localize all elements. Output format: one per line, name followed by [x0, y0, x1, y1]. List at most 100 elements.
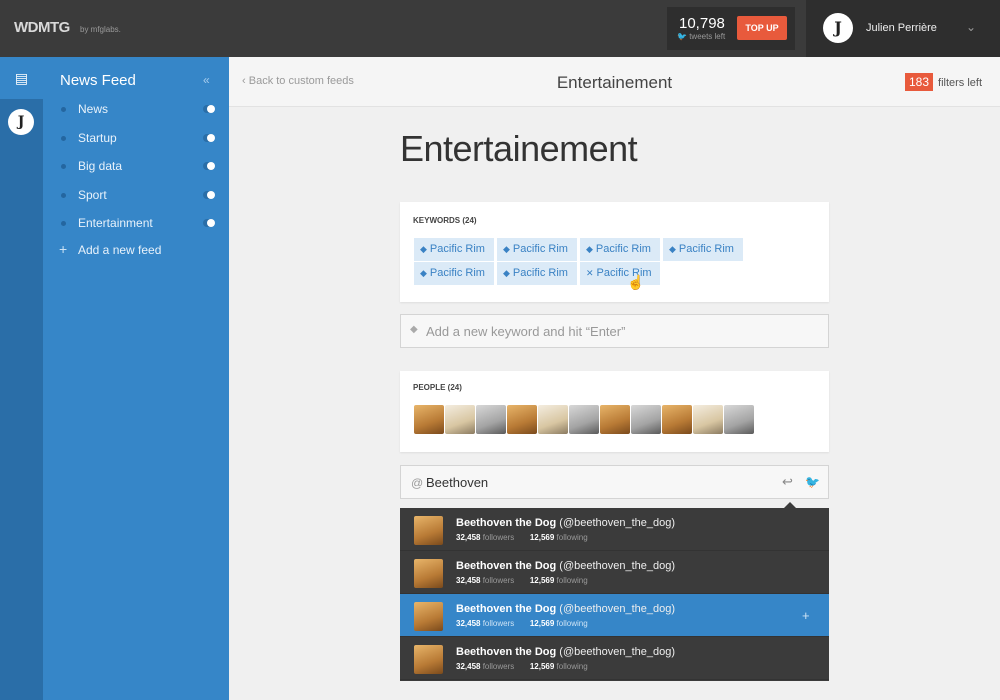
- topup-button[interactable]: TOP UP: [737, 16, 787, 40]
- at-icon: @: [411, 476, 424, 490]
- keyword-text: Pacific Rim: [678, 243, 734, 255]
- add-feed-label: Add a new feed: [78, 242, 162, 257]
- sidebar-item-entertainment[interactable]: Entertainment: [43, 211, 229, 240]
- result-row[interactable]: Beethoven the Dog (@beethoven_the_dog) 3…: [400, 551, 829, 594]
- people-panel: PEOPLE (24): [400, 371, 829, 452]
- result-name: Beethoven the Dog (@beethoven_the_dog): [456, 560, 676, 572]
- tweets-left-label: tweets left: [689, 32, 726, 41]
- filters-left: 183 filters left: [905, 73, 982, 91]
- sidebar-item-sport[interactable]: Sport: [43, 183, 229, 212]
- collapse-icon[interactable]: «: [203, 73, 210, 87]
- keyword-text: Pacific Rim: [512, 267, 568, 279]
- person-avatar[interactable]: [693, 405, 723, 434]
- person-avatar[interactable]: [662, 405, 692, 434]
- result-avatar: [414, 516, 443, 545]
- keyword-tag[interactable]: ✕ Pacific Rim: [580, 262, 660, 285]
- result-stats: 32,458 followers 12,569 following: [456, 533, 588, 542]
- add-person-icon[interactable]: +: [802, 608, 810, 623]
- filters-label: filters left: [938, 77, 983, 89]
- logo-byline: by mfglabs.: [80, 25, 121, 34]
- main-header: ‹ Back to custom feeds Entertainement 18…: [229, 57, 1000, 107]
- person-avatar[interactable]: [538, 405, 568, 434]
- tag-icon: ◆: [410, 324, 418, 335]
- person-avatar[interactable]: [569, 405, 599, 434]
- keyword-tag[interactable]: ◆ Pacific Rim: [663, 238, 743, 261]
- top-bar: WDMTG by mfglabs. 10,798 🐦 tweets left T…: [0, 0, 1000, 57]
- tweets-sub: 🐦 tweets left: [677, 32, 725, 41]
- feed-toggle[interactable]: [203, 190, 215, 199]
- bullet-icon: [61, 135, 66, 141]
- person-avatar[interactable]: [445, 405, 475, 434]
- plus-icon: +: [59, 240, 68, 257]
- news-feed-icon[interactable]: ▤: [0, 57, 43, 99]
- person-avatar[interactable]: [724, 405, 754, 434]
- left-rail: ▤ J: [0, 57, 43, 700]
- filters-count: 183: [905, 73, 934, 91]
- sidebar-item-label: News: [78, 102, 109, 116]
- tag-icon: ◆: [420, 268, 427, 278]
- keyword-tag[interactable]: ◆ Pacific Rim: [497, 262, 577, 285]
- tag-icon: ◆: [669, 244, 676, 254]
- user-name: Julien Perrière: [866, 22, 937, 34]
- result-row[interactable]: Beethoven the Dog (@beethoven_the_dog) 3…: [400, 508, 829, 551]
- feed-toggle[interactable]: [203, 105, 215, 113]
- tag-icon: ◆: [503, 268, 510, 278]
- tag-icon: ◆: [503, 244, 510, 254]
- sidebar-item-label: Startup: [78, 130, 117, 145]
- keywords-panel: KEYWORDS (24) ◆ Pacific Rim ◆ Pacific Rim …: [400, 202, 829, 302]
- people-label: PEOPLE (24): [413, 383, 462, 392]
- sidebar-item-big-data[interactable]: Big data: [43, 154, 229, 183]
- result-stats: 32,458 followers 12,569 following: [456, 576, 588, 585]
- sidebar-item-label: Big data: [78, 159, 123, 173]
- twitter-bird-icon: 🐦: [677, 32, 690, 41]
- keyword-text: Pacific Rim: [595, 243, 651, 255]
- result-name: Beethoven the Dog (@beethoven_the_dog): [456, 646, 676, 658]
- twitter-bird-icon[interactable]: 🐦: [805, 475, 820, 489]
- back-link[interactable]: ‹ Back to custom feeds: [242, 75, 354, 87]
- result-name: Beethoven the Dog (@beethoven_the_dog): [456, 517, 676, 529]
- sidebar-item-startup[interactable]: Startup: [43, 126, 229, 155]
- chevron-down-icon[interactable]: ⌄: [966, 20, 976, 34]
- keyword-tag[interactable]: ◆ Pacific Rim: [580, 238, 660, 261]
- sidebar-item-label: Sport: [78, 187, 107, 202]
- user-avatar: J: [823, 13, 853, 43]
- person-avatar[interactable]: [414, 405, 444, 434]
- person-avatar[interactable]: [507, 405, 537, 434]
- keyword-tag[interactable]: ◆ Pacific Rim: [497, 238, 577, 261]
- keyword-input[interactable]: ◆ Add a new keyword and hit “Enter”: [400, 314, 829, 348]
- feed-toggle[interactable]: [203, 162, 215, 170]
- person-avatar[interactable]: [631, 405, 661, 434]
- sidebar-list: News Startup Big data Sport Entertainmen…: [43, 97, 229, 268]
- sidebar-item-news[interactable]: News: [43, 97, 229, 126]
- keyword-tag[interactable]: ◆ Pacific Rim: [414, 238, 494, 261]
- person-avatar[interactable]: [476, 405, 506, 434]
- result-row-active[interactable]: Beethoven the Dog (@beethoven_the_dog) 3…: [400, 594, 829, 637]
- bullet-icon: [61, 107, 66, 112]
- search-results: Beethoven the Dog (@beethoven_the_dog) 3…: [400, 508, 829, 681]
- feed-toggle[interactable]: [203, 219, 215, 227]
- person-avatar[interactable]: [600, 405, 630, 434]
- feed-toggle[interactable]: [203, 133, 215, 142]
- bullet-icon: [61, 164, 66, 169]
- bullet-icon: [61, 221, 66, 226]
- chevron-left-icon: ‹: [242, 75, 249, 87]
- app-logo[interactable]: WDMTG: [14, 19, 70, 36]
- result-stats: 32,458 followers 12,569 following: [456, 619, 588, 628]
- add-feed-button[interactable]: + Add a new feed: [43, 240, 229, 268]
- result-avatar: [414, 559, 443, 588]
- user-menu[interactable]: J Julien Perrière ⌄: [806, 0, 1000, 57]
- result-avatar: [414, 602, 443, 631]
- enter-icon[interactable]: ↩: [782, 474, 793, 490]
- close-icon[interactable]: ✕: [586, 268, 594, 278]
- tweets-counter: 10,798 🐦 tweets left TOP UP: [667, 7, 795, 50]
- sidebar-item-label: Entertainment: [78, 216, 153, 230]
- page-title: Entertainement: [400, 128, 638, 169]
- keywords-label: KEYWORDS (24): [413, 216, 477, 225]
- tweets-count: 10,798: [679, 15, 725, 32]
- people-search-input[interactable]: @ Beethoven ↩ 🐦: [400, 465, 829, 499]
- keyword-tag[interactable]: ◆ Pacific Rim: [414, 262, 494, 285]
- rail-avatar[interactable]: J: [8, 109, 34, 135]
- keyword-text: Pacific Rim: [429, 267, 485, 279]
- result-row[interactable]: Beethoven the Dog (@beethoven_the_dog) 3…: [400, 637, 829, 680]
- tag-icon: ◆: [420, 244, 427, 254]
